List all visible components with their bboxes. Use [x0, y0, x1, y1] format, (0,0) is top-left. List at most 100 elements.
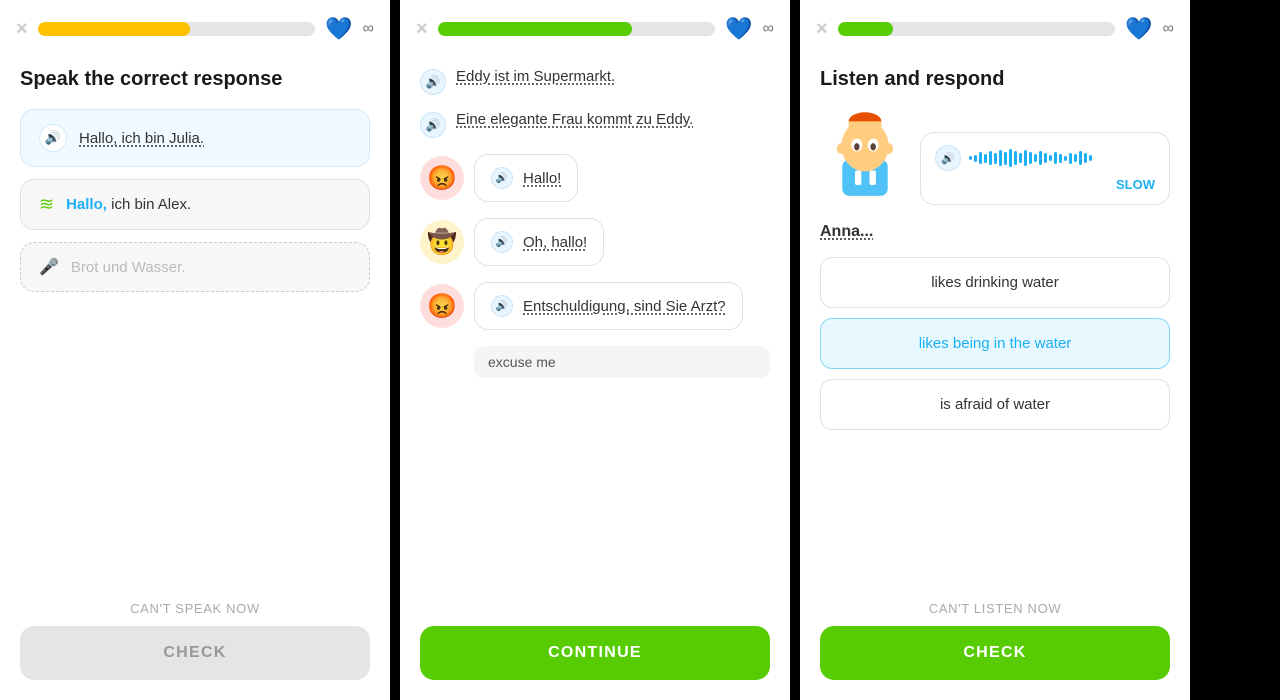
choice-1-button[interactable]: likes drinking water — [820, 257, 1170, 308]
cant-speak-link[interactable]: CAN'T SPEAK NOW — [130, 601, 260, 616]
waveform-bar — [969, 156, 972, 160]
choice-3-button[interactable]: is afraid of water — [820, 379, 1170, 430]
mic-input[interactable]: 🎤 Brot und Wasser. — [20, 242, 370, 292]
response-text: Hallo, ich bin Alex. — [66, 196, 191, 213]
avatar-eddy-2: 😡 — [420, 284, 464, 328]
narrator-text-1: Eddy ist im Supermarkt. — [456, 68, 615, 85]
chat-text-3: Entschuldigung, sind Sie Arzt? — [523, 298, 726, 315]
waveform-bar — [1019, 153, 1022, 163]
panel3-body: Listen and respond — [800, 52, 1190, 589]
waveform-bar — [974, 155, 977, 162]
page-title: Speak the correct response — [20, 68, 370, 91]
audio-speaker-icon[interactable]: 🔊 — [935, 145, 961, 171]
infinity-icon-2: ∞ — [763, 20, 774, 38]
character-illustration — [820, 105, 910, 205]
waveform-bar — [1069, 153, 1072, 164]
waveform-bar — [1044, 153, 1047, 163]
progress-bar-fill-3 — [838, 22, 894, 36]
mic-icon: 🎤 — [39, 257, 59, 277]
waveform-bar — [1029, 152, 1032, 164]
waveform-bar — [1074, 154, 1077, 162]
panel-listen: × 💙 ∞ Listen and respond — [800, 0, 1190, 700]
chat-bubble-2[interactable]: 🔊 Oh, hallo! — [474, 218, 604, 266]
audio-box[interactable]: 🔊 SLOW — [920, 132, 1170, 205]
waveform-icon: ≋ — [39, 194, 54, 215]
waveform-bar — [984, 154, 987, 163]
continue-button[interactable]: CONTINUE — [420, 626, 770, 680]
panel1-footer: CAN'T SPEAK NOW CHECK — [0, 589, 390, 700]
audio-row: 🔊 — [935, 145, 1155, 171]
choice-2-button[interactable]: likes being in the water — [820, 318, 1170, 369]
check-button-3[interactable]: CHECK — [820, 626, 1170, 680]
speech-text: Hallo, ich bin Julia. — [79, 130, 204, 147]
waveform-bar — [1034, 154, 1037, 162]
slow-label[interactable]: SLOW — [935, 177, 1155, 192]
waveform-bar — [1024, 150, 1027, 166]
chat-section: 🔊 Eddy ist im Supermarkt. 🔊 Eine elegant… — [420, 68, 770, 598]
speech-bubble[interactable]: 🔊 Hallo, ich bin Julia. — [20, 109, 370, 167]
mic-placeholder: Brot und Wasser. — [71, 259, 186, 276]
chat-text-2: Oh, hallo! — [523, 234, 587, 251]
response-bubble: ≋ Hallo, ich bin Alex. — [20, 179, 370, 230]
response-rest: ich bin Alex. — [107, 196, 191, 213]
waveform-bar — [989, 151, 992, 165]
chat-bubble-3[interactable]: 🔊 Entschuldigung, sind Sie Arzt? — [474, 282, 743, 330]
speaker-icon[interactable]: 🔊 — [39, 124, 67, 152]
anna-label: Anna... — [820, 223, 1170, 241]
check-button[interactable]: CHECK — [20, 626, 370, 680]
chat-speaker-2[interactable]: 🔊 — [491, 231, 513, 253]
character-area: 🔊 SLOW — [820, 105, 1170, 205]
waveform-bar — [979, 152, 982, 164]
waveform-bar — [1054, 152, 1057, 164]
heart-icon-2: 💙 — [725, 16, 752, 42]
waveform-bar — [1004, 152, 1007, 165]
waveform-bars — [969, 149, 1155, 167]
infinity-icon-3: ∞ — [1163, 20, 1174, 38]
waveform-bar — [1009, 149, 1012, 167]
heart-icon-3: 💙 — [1125, 16, 1152, 42]
translation-bubble: excuse me — [474, 346, 770, 378]
waveform-bar — [1079, 151, 1082, 165]
progress-bar-bg-2 — [438, 22, 716, 36]
infinity-icon: ∞ — [363, 20, 374, 38]
narrator-line-2: 🔊 Eine elegante Frau kommt zu Eddy. — [420, 111, 770, 138]
panel3-header: × 💙 ∞ — [800, 0, 1190, 52]
chat-row-3: 😡 🔊 Entschuldigung, sind Sie Arzt? — [420, 282, 770, 330]
hallo-word: Hallo, — [66, 196, 107, 213]
chat-text-1: Hallo! — [523, 170, 561, 187]
waveform-bar — [1049, 155, 1052, 161]
chat-row-1: 😡 🔊 Hallo! — [420, 154, 770, 202]
waveform-bar — [1039, 151, 1042, 165]
chat-bubble-1[interactable]: 🔊 Hallo! — [474, 154, 578, 202]
divider-1 — [390, 0, 400, 700]
close-icon[interactable]: × — [16, 19, 28, 39]
panel-chat: × 💙 ∞ 🔊 Eddy ist im Supermarkt. 🔊 Eine e… — [400, 0, 790, 700]
waveform-bar — [1064, 156, 1067, 161]
panel1-body: Speak the correct response 🔊 Hallo, ich … — [0, 52, 390, 589]
page-title-3: Listen and respond — [820, 68, 1170, 91]
chat-speaker-3[interactable]: 🔊 — [491, 295, 513, 317]
close-icon-2[interactable]: × — [416, 19, 428, 39]
avatar-eddy: 😡 — [420, 156, 464, 200]
progress-bar-fill-2 — [438, 22, 632, 36]
close-icon-3[interactable]: × — [816, 19, 828, 39]
waveform-bar — [1084, 153, 1087, 163]
heart-icon: 💙 — [325, 16, 352, 42]
progress-bar-bg — [38, 22, 316, 36]
waveform-bar — [1059, 154, 1062, 163]
divider-2 — [790, 0, 800, 700]
waveform-bar — [999, 150, 1002, 166]
waveform-bar — [1089, 155, 1092, 161]
narrator-speaker-2[interactable]: 🔊 — [420, 112, 446, 138]
chat-speaker-1[interactable]: 🔊 — [491, 167, 513, 189]
progress-bar-bg-3 — [838, 22, 1116, 36]
narrator-text-2: Eine elegante Frau kommt zu Eddy. — [456, 111, 693, 128]
progress-bar-fill — [38, 22, 191, 36]
cant-listen-link[interactable]: CAN'T LISTEN NOW — [929, 601, 1062, 616]
waveform-bar — [994, 153, 997, 164]
panel3-footer: CAN'T LISTEN NOW CHECK — [800, 589, 1190, 700]
panel2-body: 🔊 Eddy ist im Supermarkt. 🔊 Eine elegant… — [400, 52, 790, 614]
narrator-speaker-1[interactable]: 🔊 — [420, 69, 446, 95]
chat-row-2: 🤠 🔊 Oh, hallo! — [420, 218, 770, 266]
narrator-line-1: 🔊 Eddy ist im Supermarkt. — [420, 68, 770, 95]
